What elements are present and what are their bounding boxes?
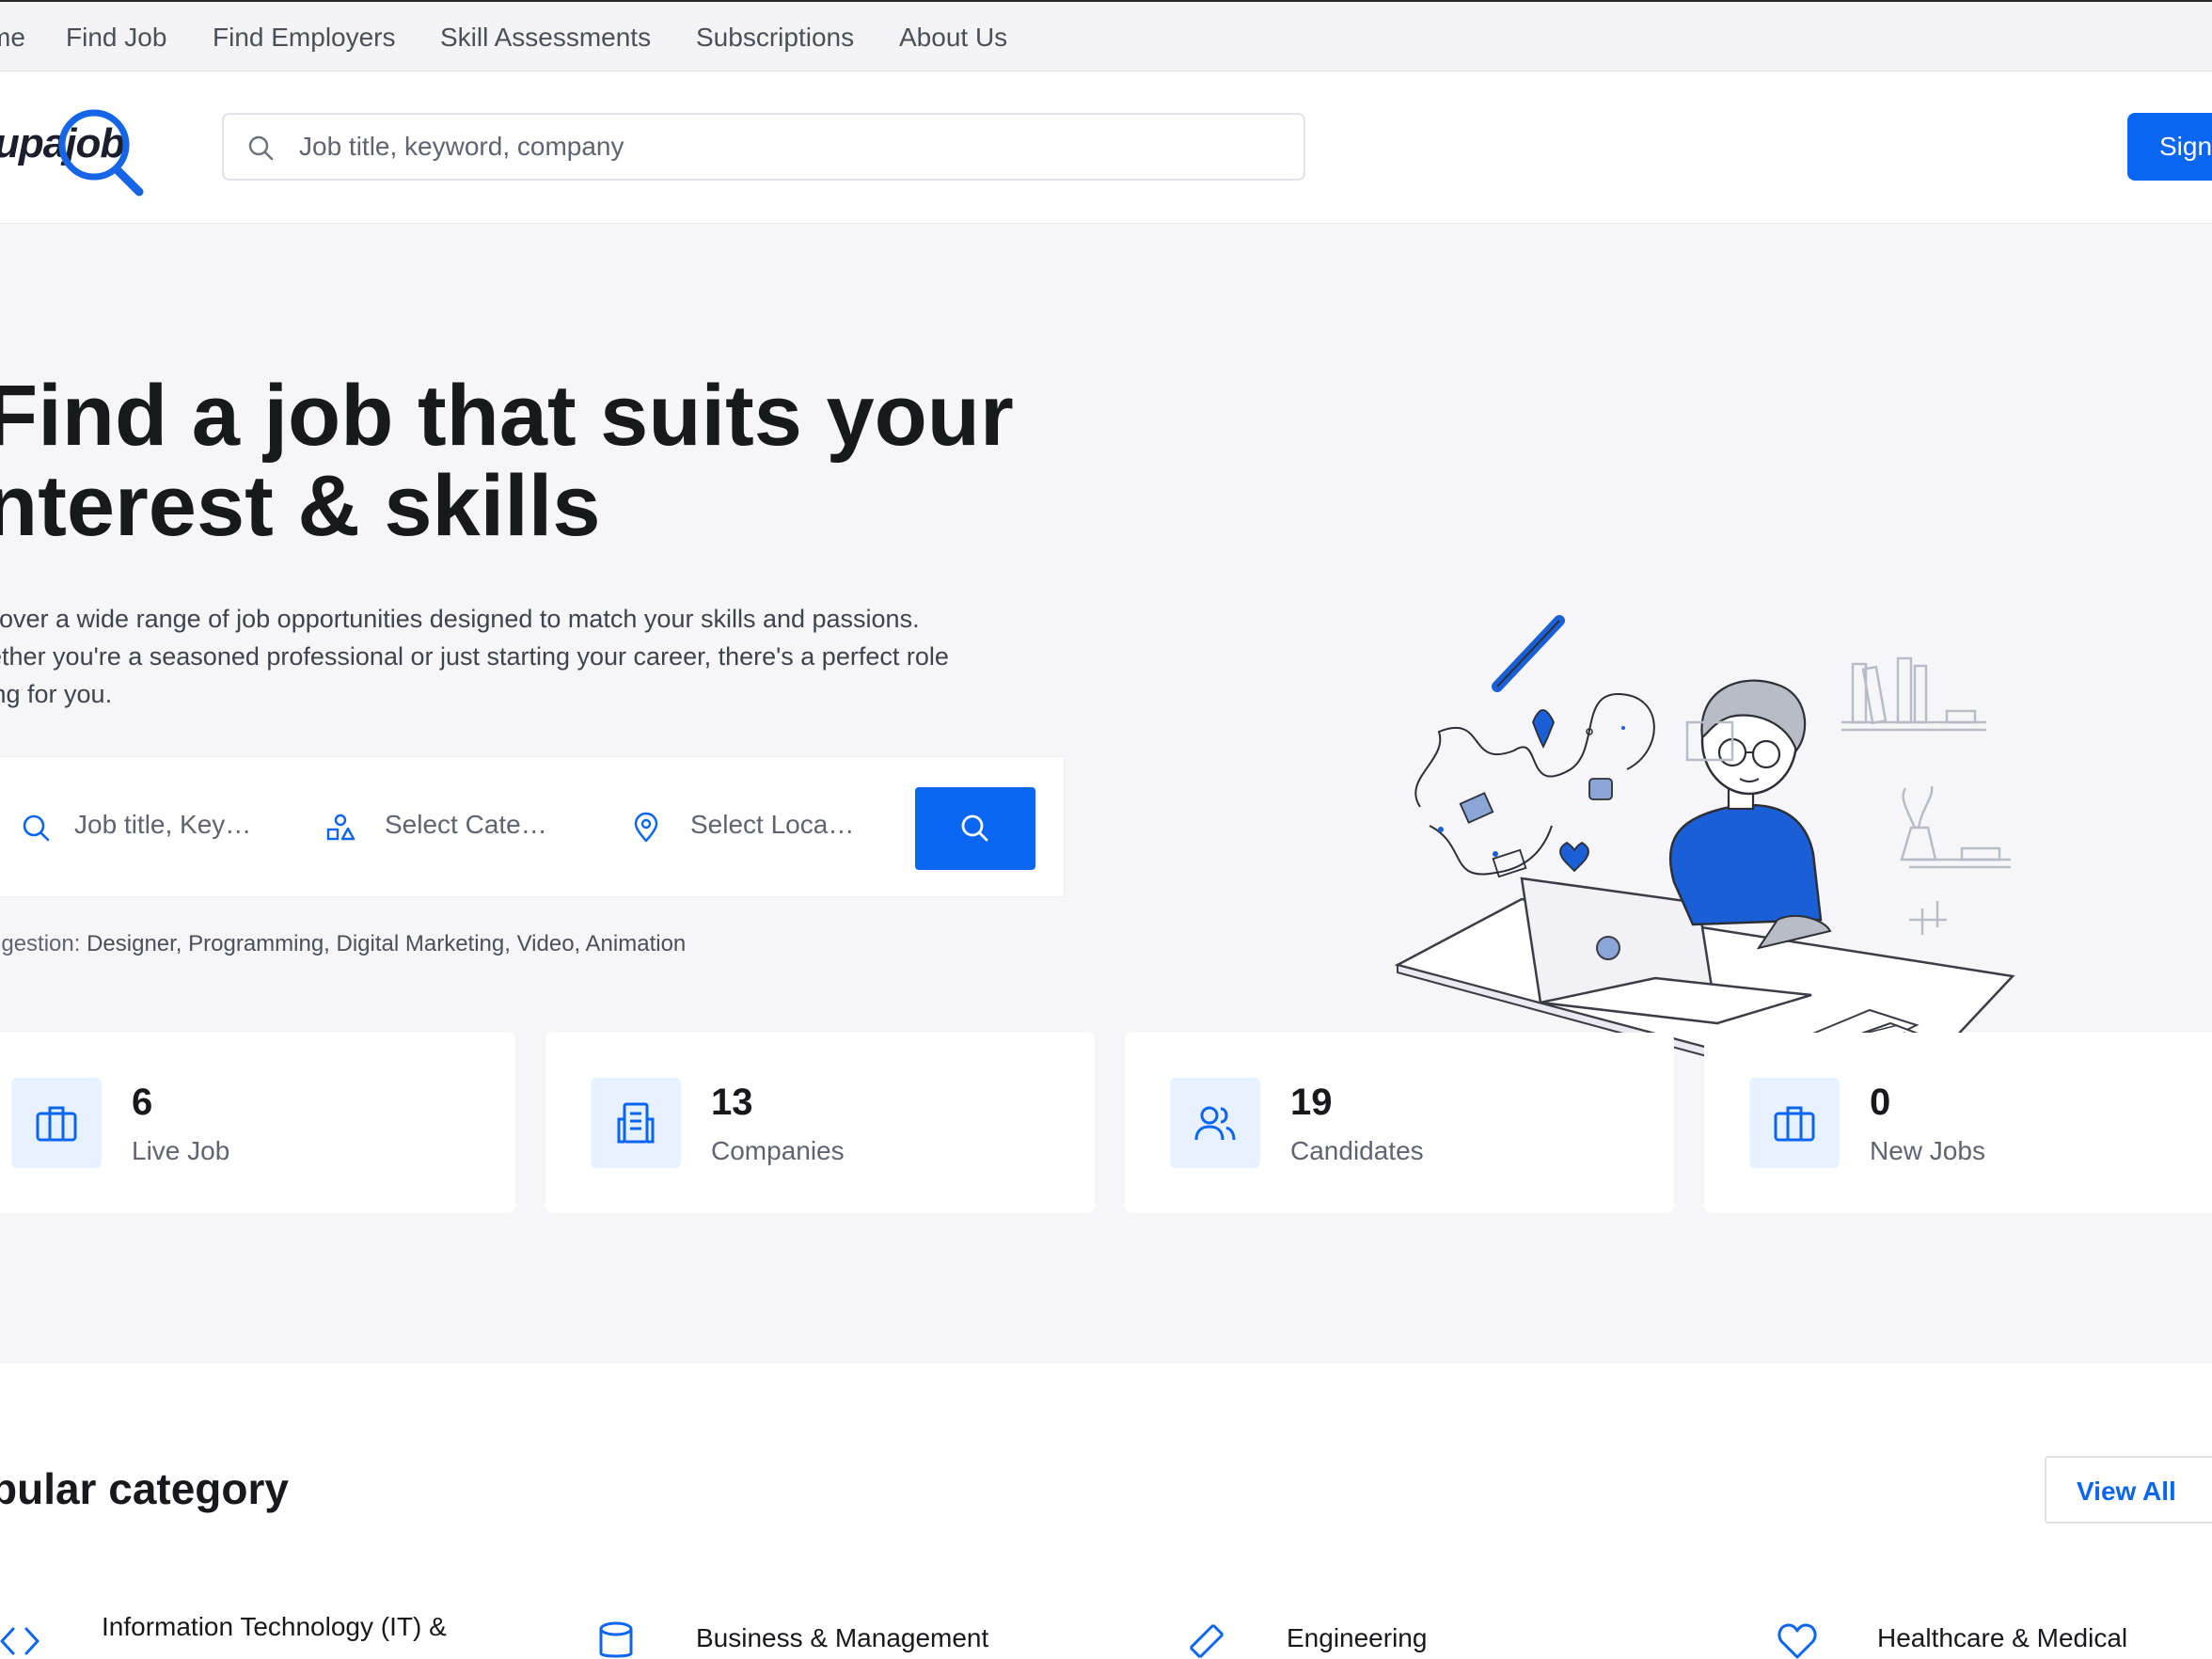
stat-card-live-jobs[interactable]: 6 Live Job [0, 1033, 515, 1213]
hero-section: Find a job that suits your nterest & ski… [0, 224, 2212, 1364]
search-icon [23, 814, 50, 842]
stat-label: Candidates [1290, 1136, 1424, 1165]
header-search-box[interactable] [222, 113, 1305, 181]
map-pin-icon [634, 812, 658, 843]
heart-icon [1778, 1623, 1817, 1659]
top-navigation: me Find Job Find Employers Skill Assessm… [0, 0, 2212, 71]
popular-category-section: pular category View All Information Tech… [0, 1364, 2212, 1659]
keyword-placeholder: Job title, Key… [74, 810, 252, 839]
search-icon [248, 135, 274, 161]
hero-desc-line-1: scover a wide range of job opportunities… [0, 605, 920, 633]
stat-label: Companies [711, 1136, 845, 1165]
nav-find-employers[interactable]: Find Employers [213, 23, 396, 53]
stat-value: 13 [711, 1082, 753, 1123]
stat-icon-box [1170, 1078, 1260, 1168]
nav-home[interactable]: me [0, 23, 25, 53]
stat-label: New Jobs [1870, 1136, 1985, 1165]
category-label: Information Technology (IT) & [102, 1612, 447, 1641]
header-search-input[interactable] [299, 124, 1277, 169]
search-submit-button[interactable] [915, 787, 1035, 870]
hero-desc-line-2: hether you're a seasoned professional or… [0, 642, 949, 671]
stat-card-companies[interactable]: 13 Companies [545, 1033, 1095, 1213]
stat-icon-box [1749, 1078, 1840, 1168]
nav-skill-assessments[interactable]: Skill Assessments [440, 23, 651, 53]
sign-in-button[interactable]: Sign [2127, 113, 2212, 181]
stat-value: 19 [1290, 1082, 1333, 1123]
users-icon [1194, 1106, 1236, 1141]
view-all-button[interactable]: View All [2045, 1456, 2212, 1524]
hero-desc-line-3: iting for you. [0, 680, 113, 708]
site-header: upajob Sign [0, 71, 2212, 224]
building-icon [617, 1102, 655, 1144]
job-search-panel: Job title, Key… Select Cate… Select Loca… [0, 756, 1065, 897]
hero-description: scover a wide range of job opportunities… [0, 600, 1065, 713]
magnifier-logo-icon [58, 109, 144, 197]
tools-icon [1189, 1623, 1224, 1659]
section-title: pular category [0, 1464, 289, 1513]
suggestion-values[interactable]: Designer, Programming, Digital Marketing… [87, 931, 686, 956]
stat-icon-box [591, 1078, 681, 1168]
briefcase-icon [36, 1106, 77, 1142]
hero-illustration [1394, 615, 2015, 1110]
database-icon [599, 1621, 633, 1658]
category-select[interactable]: Select Cate… [302, 757, 603, 898]
category-label: Business & Management [696, 1623, 989, 1652]
stat-label: Live Job [132, 1136, 230, 1165]
search-icon [961, 814, 988, 842]
hero-title-line-2: nterest & skills [0, 458, 601, 554]
site-logo[interactable]: upajob [0, 105, 145, 199]
code-icon [0, 1627, 40, 1655]
nav-find-job[interactable]: Find Job [66, 23, 166, 53]
briefcase-icon [1774, 1106, 1815, 1142]
stat-card-candidates[interactable]: 19 Candidates [1125, 1033, 1674, 1213]
category-label: Engineering [1287, 1623, 1428, 1652]
category-placeholder: Select Cate… [385, 810, 547, 839]
stat-value: 6 [132, 1082, 153, 1123]
stat-icon-box [11, 1078, 102, 1168]
search-suggestions: ggestion: Designer, Programming, Digital… [0, 931, 686, 957]
hero-title: Find a job that suits your nterest & ski… [0, 371, 1151, 551]
stat-value: 0 [1870, 1082, 1891, 1123]
stat-card-new-jobs[interactable]: 0 New Jobs [1704, 1033, 2212, 1213]
suggestion-label: ggestion: [0, 931, 81, 956]
nav-about-us[interactable]: About Us [899, 23, 1007, 53]
location-select[interactable]: Select Loca… [608, 757, 908, 898]
location-placeholder: Select Loca… [690, 810, 855, 839]
shapes-icon [326, 814, 356, 841]
nav-subscriptions[interactable]: Subscriptions [696, 23, 854, 53]
category-label: Healthcare & Medical [1877, 1623, 2128, 1652]
hero-title-line-1: Find a job that suits your [0, 368, 1014, 464]
keyword-field[interactable]: Job title, Key… [0, 757, 292, 898]
